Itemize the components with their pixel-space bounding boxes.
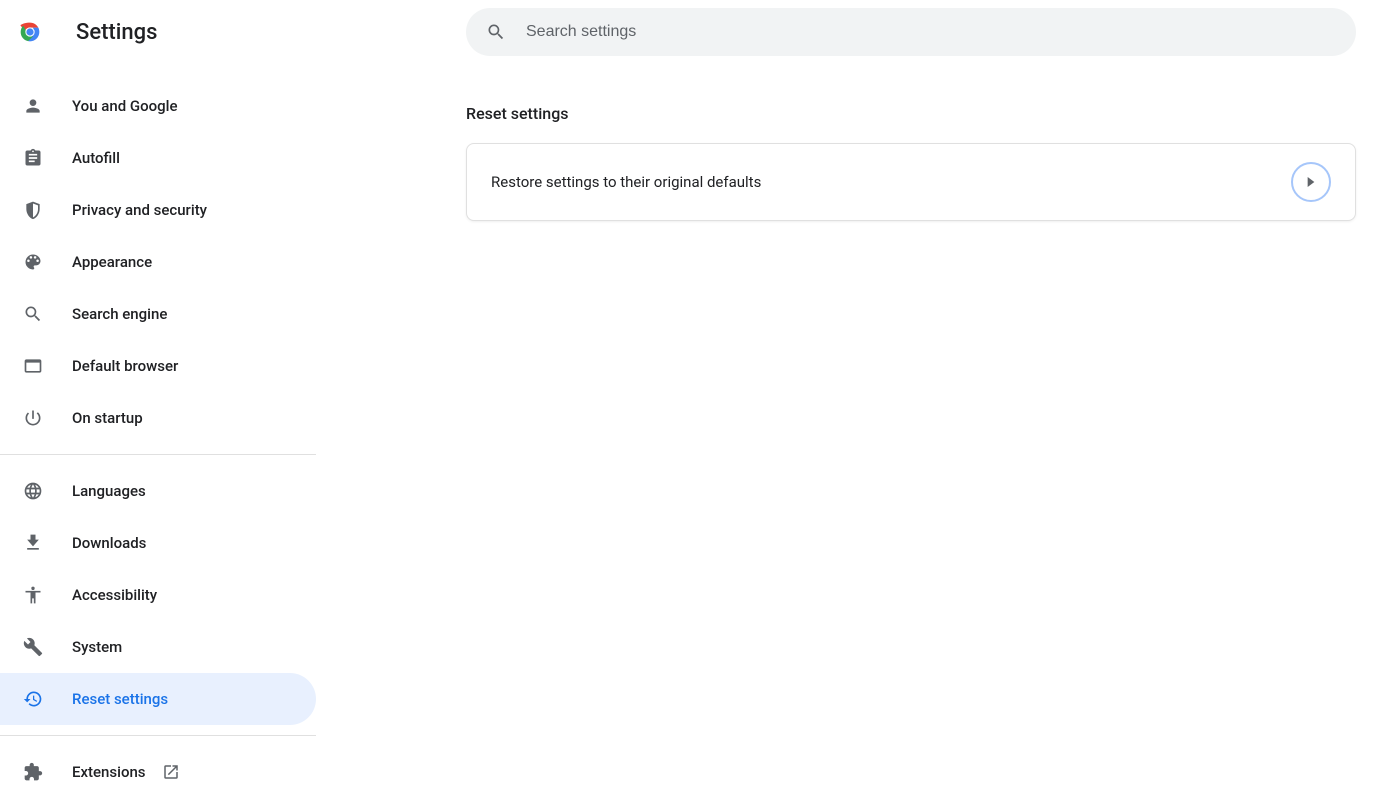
- accessibility-icon: [22, 585, 44, 605]
- sidebar-item-languages[interactable]: Languages: [0, 465, 316, 517]
- chrome-logo-icon: [16, 18, 44, 46]
- search-bar[interactable]: [466, 8, 1356, 56]
- sidebar-item-reset-settings[interactable]: Reset settings: [0, 673, 316, 725]
- section-title: Reset settings: [466, 104, 1360, 123]
- search-icon: [22, 304, 44, 324]
- sidebar-item-system[interactable]: System: [0, 621, 316, 673]
- sidebar-item-on-startup[interactable]: On startup: [0, 392, 316, 444]
- sidebar-item-label: Search engine: [72, 305, 167, 323]
- sidebar-item-label: You and Google: [72, 97, 177, 115]
- search-icon: [486, 22, 506, 42]
- sidebar-item-label: Languages: [72, 482, 146, 500]
- sidebar-item-extensions[interactable]: Extensions: [0, 746, 316, 798]
- sidebar-item-you-and-google[interactable]: You and Google: [0, 80, 316, 132]
- sidebar-item-search-engine[interactable]: Search engine: [0, 288, 316, 340]
- sidebar-item-label: Privacy and security: [72, 201, 207, 219]
- sidebar-item-label: Extensions: [72, 763, 146, 781]
- sidebar-item-downloads[interactable]: Downloads: [0, 517, 316, 569]
- sidebar-item-privacy[interactable]: Privacy and security: [0, 184, 316, 236]
- sidebar-divider: [0, 454, 316, 455]
- sidebar-item-accessibility[interactable]: Accessibility: [0, 569, 316, 621]
- search-wrap: [466, 8, 1384, 56]
- search-input[interactable]: [526, 23, 1336, 41]
- history-icon: [22, 689, 44, 709]
- restore-defaults-label: Restore settings to their original defau…: [491, 173, 761, 191]
- sidebar-item-label: Autofill: [72, 149, 120, 167]
- header-left: Settings: [16, 18, 466, 46]
- shield-icon: [22, 200, 44, 220]
- restore-defaults-row[interactable]: Restore settings to their original defau…: [467, 144, 1355, 220]
- sidebar-item-autofill[interactable]: Autofill: [0, 132, 316, 184]
- sidebar-item-label: System: [72, 638, 122, 656]
- globe-icon: [22, 481, 44, 501]
- content: Reset settings Restore settings to their…: [316, 64, 1400, 805]
- person-icon: [22, 96, 44, 116]
- sidebar-item-label: On startup: [72, 409, 143, 427]
- palette-icon: [22, 252, 44, 272]
- power-icon: [22, 408, 44, 428]
- sidebar-item-label: Appearance: [72, 253, 152, 271]
- sidebar-divider: [0, 735, 316, 736]
- app-title: Settings: [76, 20, 157, 45]
- browser-icon: [22, 356, 44, 376]
- reset-card: Restore settings to their original defau…: [466, 143, 1356, 221]
- download-icon: [22, 533, 44, 553]
- sidebar-item-label: Downloads: [72, 534, 146, 552]
- sidebar-item-appearance[interactable]: Appearance: [0, 236, 316, 288]
- sidebar-item-label: Reset settings: [72, 690, 168, 708]
- extension-icon: [22, 762, 44, 782]
- sidebar-item-label: Accessibility: [72, 586, 157, 604]
- wrench-icon: [22, 637, 44, 657]
- sidebar-item-label: Default browser: [72, 357, 178, 375]
- sidebar: You and Google Autofill Privacy and secu…: [0, 64, 316, 805]
- chevron-right-icon: [1291, 162, 1331, 202]
- sidebar-item-default-browser[interactable]: Default browser: [0, 340, 316, 392]
- open-in-new-icon: [162, 763, 180, 781]
- header: Settings: [0, 0, 1400, 64]
- clipboard-icon: [22, 148, 44, 168]
- main: You and Google Autofill Privacy and secu…: [0, 64, 1400, 805]
